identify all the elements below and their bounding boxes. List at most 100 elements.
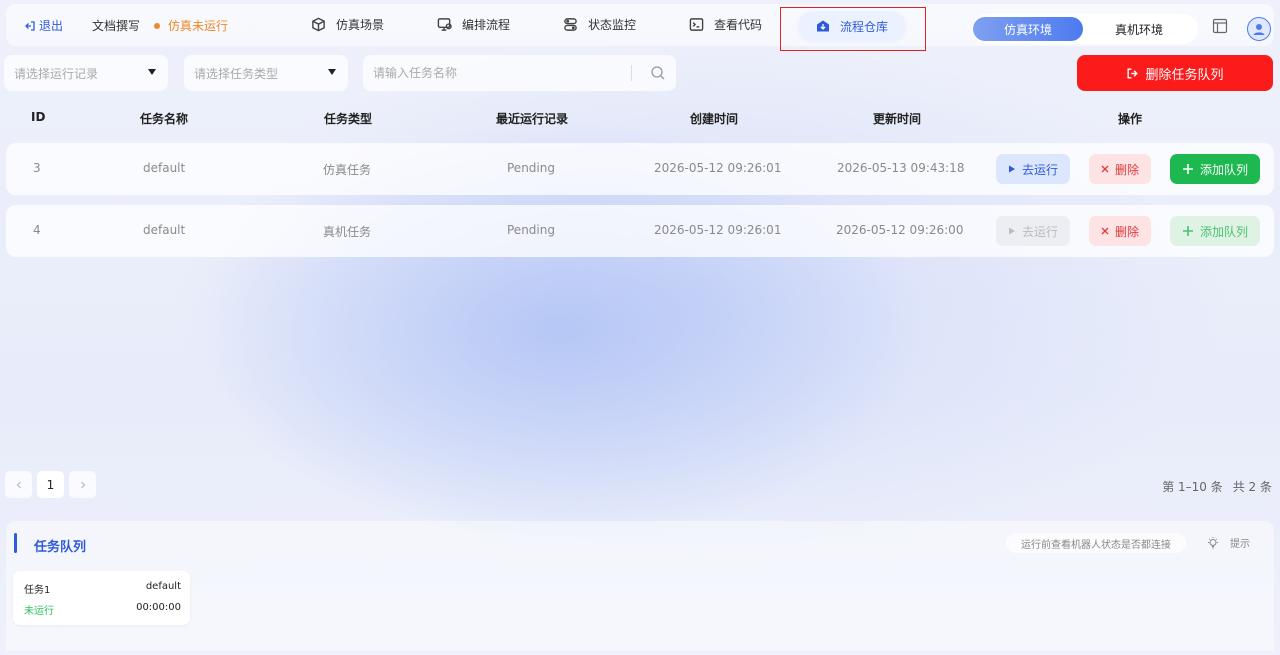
warehouse-icon	[816, 20, 829, 32]
page-button-current[interactable]: 1	[37, 471, 64, 498]
lightbulb-icon	[1208, 536, 1218, 548]
cell-name: default	[143, 161, 186, 175]
delete-label: 删除	[1114, 162, 1139, 177]
cell-id: 4	[33, 223, 41, 237]
nav-label: 仿真场景	[336, 18, 385, 32]
chevron-right-icon	[80, 481, 85, 488]
hint-label: 提示	[1230, 539, 1250, 550]
cell-id: 3	[33, 161, 41, 175]
column-header-id: ID	[31, 110, 46, 124]
run-record-placeholder: 请选择运行记录	[14, 66, 99, 81]
layout-icon[interactable]	[1212, 18, 1228, 34]
sim-status: 仿真未运行	[154, 17, 228, 34]
nav-label: 流程仓库	[839, 19, 888, 34]
task-card-flow: default	[145, 581, 181, 592]
status-dot-icon	[154, 22, 160, 29]
delete-label: 删除	[1114, 224, 1139, 239]
task-queue-panel: 任务队列 运行前查看机器人状态是否都连接 提示 任务1 default 未运行 …	[6, 521, 1274, 651]
cell-type: 真机任务	[323, 225, 372, 239]
cell-record: Pending	[507, 223, 555, 237]
run-label: 去运行	[1021, 162, 1058, 177]
nav-status-monitor[interactable]: 状态监控	[563, 16, 636, 33]
avatar[interactable]	[1247, 17, 1271, 41]
flow-icon	[437, 18, 452, 31]
logout-icon	[1127, 67, 1139, 79]
column-header-actions: 操作	[1118, 112, 1143, 126]
task-type-select[interactable]: 请选择任务类型	[184, 55, 348, 91]
close-icon	[1101, 227, 1109, 235]
run-button[interactable]: 去运行	[996, 216, 1070, 246]
env-switch: 仿真环境 真机环境	[972, 14, 1198, 44]
exit-label: 退出	[39, 19, 64, 33]
table-row: 3 default 仿真任务 Pending 2026-05-12 09:26:…	[6, 143, 1274, 195]
exit-button[interactable]: 退出	[24, 17, 63, 34]
task-type-placeholder: 请选择任务类型	[194, 66, 279, 81]
top-bar: 退出 文档撰写 仿真未运行 仿真场景 编排流程 状态监控 查看代码 流程仓库 仿…	[6, 4, 1274, 46]
search-divider	[631, 65, 632, 81]
play-icon	[1008, 227, 1015, 235]
delete-button[interactable]: 删除	[1089, 216, 1151, 246]
nav-flow-warehouse[interactable]: 流程仓库	[798, 11, 906, 41]
add-queue-label: 添加队列	[1199, 224, 1248, 239]
monitor-icon	[564, 18, 577, 31]
add-queue-button[interactable]: 添加队列	[1170, 216, 1260, 246]
task-card-status: 未运行	[24, 606, 54, 617]
doc-writing-link[interactable]: 文档撰写	[92, 17, 140, 34]
pagination-range: 第 1–10 条	[1162, 480, 1223, 494]
queue-hint-text: 运行前查看机器人状态是否都连接	[1006, 533, 1186, 553]
logout-icon	[25, 20, 35, 31]
add-queue-button[interactable]: 添加队列	[1170, 154, 1260, 184]
cell-type: 仿真任务	[323, 163, 372, 177]
task-name-search-input[interactable]	[363, 55, 631, 91]
delete-queue-button[interactable]: 删除任务队列	[1077, 55, 1273, 91]
plus-icon	[1182, 226, 1193, 236]
cell-record: Pending	[507, 161, 555, 175]
search-box	[363, 55, 676, 91]
sim-status-label: 仿真未运行	[168, 19, 229, 33]
run-button[interactable]: 去运行	[996, 154, 1070, 184]
plus-icon	[1182, 164, 1193, 174]
chevron-left-icon	[16, 481, 21, 488]
pagination-total: 共 2 条	[1232, 480, 1272, 494]
run-label: 去运行	[1021, 224, 1058, 239]
column-header-updated: 更新时间	[873, 112, 922, 126]
cell-updated: 2026-05-13 09:43:18	[837, 161, 965, 175]
delete-button[interactable]: 删除	[1089, 154, 1151, 184]
queue-title: 任务队列	[34, 540, 87, 555]
nav-sim-scene[interactable]: 仿真场景	[311, 16, 384, 33]
cell-created: 2026-05-12 09:26:01	[654, 161, 782, 175]
column-header-type: 任务类型	[324, 112, 373, 126]
cell-updated: 2026-05-12 09:26:00	[836, 223, 964, 237]
prev-page-button[interactable]	[5, 471, 32, 498]
nav-view-code[interactable]: 查看代码	[689, 16, 762, 33]
next-page-button[interactable]	[69, 471, 96, 498]
nav-label: 查看代码	[714, 18, 763, 32]
nav-label: 状态监控	[588, 18, 637, 32]
code-icon	[689, 18, 704, 31]
add-queue-label: 添加队列	[1199, 162, 1248, 177]
table-row: 4 default 真机任务 Pending 2026-05-12 09:26:…	[6, 205, 1274, 257]
pagination-info: 第 1–10 条 共 2 条	[1162, 478, 1272, 495]
caret-down-icon	[148, 69, 156, 75]
cell-created: 2026-05-12 09:26:01	[654, 223, 782, 237]
task-card-time: 00:00:00	[136, 602, 181, 613]
cell-name: default	[143, 223, 186, 237]
task-card-name: 任务1	[24, 585, 51, 596]
run-record-select[interactable]: 请选择运行记录	[4, 55, 168, 91]
queue-task-card[interactable]: 任务1 default 未运行 00:00:00	[13, 571, 190, 625]
hint-button[interactable]: 提示	[1206, 535, 1250, 550]
close-icon	[1101, 165, 1109, 173]
user-icon	[1253, 24, 1265, 35]
column-header-record: 最近运行记录	[496, 112, 569, 126]
env-sim-button[interactable]: 仿真环境	[973, 17, 1083, 41]
delete-queue-label: 删除任务队列	[1145, 67, 1224, 83]
nav-label: 编排流程	[462, 18, 511, 32]
nav-flow-edit[interactable]: 编排流程	[437, 16, 510, 33]
search-icon[interactable]	[650, 65, 666, 81]
cube-icon	[312, 17, 325, 32]
column-header-created: 创建时间	[690, 112, 739, 126]
section-accent-bar	[14, 533, 17, 553]
column-header-name: 任务名称	[140, 112, 189, 126]
env-real-button[interactable]: 真机环境	[1090, 17, 1188, 41]
play-icon	[1008, 165, 1015, 173]
